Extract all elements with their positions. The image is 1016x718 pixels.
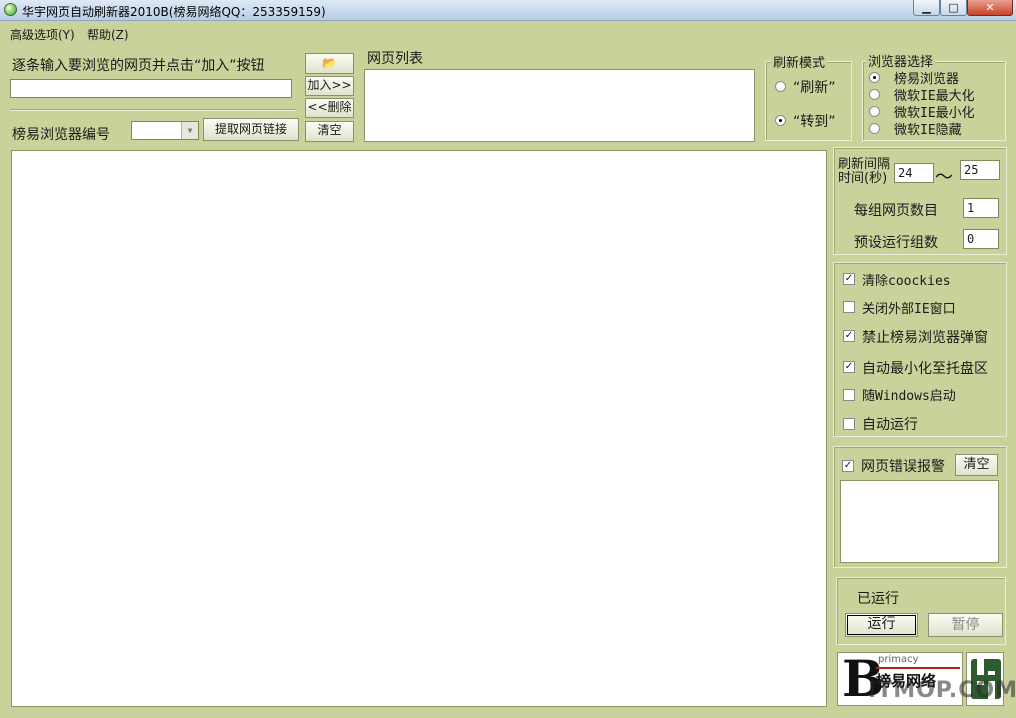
refresh-mode-refresh-label: “刷新” (793, 80, 836, 96)
menu-help[interactable]: 帮助(Z) (87, 26, 129, 43)
preset-groups-label: 预设运行组数 (854, 235, 938, 251)
minimize-to-tray-label: 自动最小化至托盘区 (862, 361, 988, 377)
extract-links-button[interactable]: 提取网页链接 (203, 118, 299, 141)
delete-button[interactable]: <<删除 (305, 98, 354, 118)
logo-accent-line (876, 667, 960, 669)
interval-label-line2: 时间(秒) (838, 171, 888, 186)
refresh-mode-refresh-radio[interactable] (775, 81, 786, 92)
close-external-ie-checkbox[interactable] (843, 301, 855, 313)
divider (10, 109, 296, 111)
menu-bar: 高级选项(Y) 帮助(Z) (0, 22, 1016, 42)
pause-button[interactable]: 暂停 (928, 613, 1003, 637)
start-with-windows-label: 随Windows启动 (862, 389, 956, 404)
block-popups-checkbox[interactable]: ✓ (843, 330, 855, 342)
maximize-button[interactable]: □ (940, 0, 967, 16)
minimize-to-tray-checkbox[interactable]: ✓ (843, 361, 855, 373)
refresh-mode-goto-radio[interactable] (775, 115, 786, 126)
preset-groups-input[interactable]: 0 (963, 229, 999, 249)
minimize-button[interactable]: ▁ (913, 0, 940, 16)
interval-range-separator: ～ (935, 167, 953, 188)
interval-label-line1: 刷新间隔 (838, 157, 891, 172)
clear-cookies-label: 清除coockies (862, 274, 951, 289)
interval-max-input[interactable]: 25 (960, 160, 1000, 180)
url-input[interactable] (10, 79, 292, 98)
run-button[interactable]: 运行 (845, 613, 918, 637)
auto-run-checkbox[interactable] (843, 418, 855, 430)
app-icon (4, 3, 17, 16)
url-entry-instruction: 逐条输入要浏览的网页并点击“加入”按钮 (12, 58, 265, 74)
interval-min-input[interactable]: 24 (894, 163, 934, 183)
auto-run-label: 自动运行 (862, 417, 918, 433)
refresh-mode-goto-label: “转到” (793, 114, 836, 130)
browser-view-pane[interactable] (11, 150, 827, 707)
window-title: 华宇网页自动刷新器2010B(榜易网络QQ：253359159) (22, 5, 326, 19)
watermark-text: ITMOP.COM (868, 678, 1016, 703)
page-list-title: 网页列表 (367, 51, 423, 67)
open-file-button[interactable]: 📂 (305, 53, 354, 74)
close-external-ie-label: 关闭外部IE窗口 (862, 302, 956, 317)
group-count-input[interactable]: 1 (963, 198, 999, 218)
group-count-label: 每组网页数目 (854, 203, 938, 219)
browser-option-label: 微软IE隐藏 (894, 123, 962, 138)
brand-logo-tag: primacy (878, 654, 919, 665)
browser-id-label: 榜易浏览器编号 (12, 127, 110, 143)
browser-option-radio[interactable] (869, 106, 880, 117)
browser-id-select[interactable]: ▼ (131, 121, 199, 140)
chevron-down-icon[interactable]: ▼ (181, 122, 198, 139)
menu-advanced-options[interactable]: 高级选项(Y) (10, 26, 75, 43)
start-with-windows-checkbox[interactable] (843, 389, 855, 401)
add-button[interactable]: 加入>> (305, 76, 354, 96)
title-bar[interactable]: 华宇网页自动刷新器2010B(榜易网络QQ：253359159) ▁ □ ✕ (0, 0, 1016, 21)
error-alert-label: 网页错误报警 (861, 459, 945, 475)
block-popups-label: 禁止榜易浏览器弹窗 (862, 330, 988, 346)
browser-option-radio[interactable] (869, 123, 880, 134)
browser-option-radio[interactable] (869, 72, 880, 83)
clear-cookies-checkbox[interactable]: ✓ (843, 273, 855, 285)
error-alert-clear-button[interactable]: 清空 (955, 454, 998, 476)
error-log-pane[interactable] (840, 480, 999, 563)
page-list[interactable] (364, 69, 755, 142)
folder-open-icon: 📂 (322, 56, 337, 70)
clear-list-button[interactable]: 清空 (305, 121, 354, 142)
browser-option-radio[interactable] (869, 89, 880, 100)
close-button[interactable]: ✕ (967, 0, 1013, 16)
error-alert-checkbox[interactable]: ✓ (842, 460, 854, 472)
refresh-mode-title: 刷新模式 (771, 52, 828, 71)
run-status-text: 已运行 (857, 591, 899, 607)
